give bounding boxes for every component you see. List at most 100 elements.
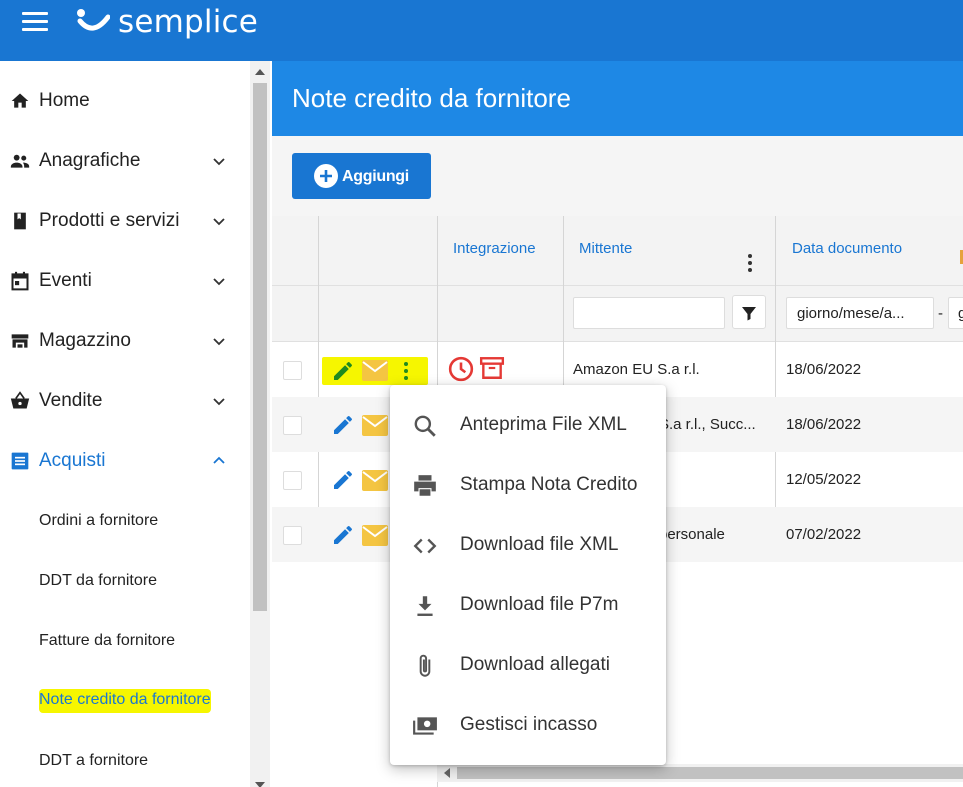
archive-icon [479,357,505,379]
add-button[interactable]: Aggiungi [292,153,431,199]
sidebar-subitem-note-credito[interactable]: Note credito da fornitore [0,671,250,731]
chevron-down-icon [213,278,225,286]
paperclip-icon [419,654,431,677]
menu-item-stampa[interactable]: Stampa Nota Credito [390,455,666,515]
cell-date: 18/06/2022 [786,416,862,433]
mail-icon[interactable] [362,470,388,491]
scrollbar-thumb[interactable] [253,83,267,611]
sidebar-subitem-label: Ordini a fornitore [39,512,159,529]
sidebar-item-home[interactable]: Home [0,71,250,131]
scrollbar-thumb[interactable] [457,767,963,779]
search-icon [414,415,436,437]
column-header-integrazione[interactable]: Integrazione [453,240,536,257]
plus-circle-icon [314,164,338,188]
logo-mark-icon [77,9,110,31]
sidebar-item-label: Prodotti e servizi [39,210,180,231]
column-header-data-documento[interactable]: Data documento [792,240,902,257]
menu-item-download-allegati[interactable]: Download allegati [390,635,666,695]
sidebar-scrollbar[interactable] [250,61,270,787]
menu-item-label: Anteprima File XML [460,414,627,435]
menu-item-label: Gestisci incasso [460,714,598,735]
menu-item-anteprima-xml[interactable]: Anteprima File XML [390,395,666,455]
cash-icon [413,717,437,735]
date-from-filter-input[interactable]: giorno/mese/a... [786,297,934,329]
date-range-separator: - [938,305,943,322]
sidebar-subitem-label: Note credito da fornitore [39,689,211,713]
top-app-bar: semplice [0,0,963,61]
list-icon [11,452,29,470]
warehouse-icon [11,334,29,348]
people-icon [10,154,30,168]
row-checkbox[interactable] [283,416,302,435]
sidebar-subitem-label: DDT da fornitore [39,572,157,589]
date-to-filter-input[interactable]: g [948,297,963,329]
clock-icon [448,356,474,382]
mail-icon[interactable] [362,525,388,546]
menu-item-download-xml[interactable]: Download file XML [390,515,666,575]
sidebar-item-magazzino[interactable]: Magazzino [0,311,250,371]
basket-icon [10,391,30,409]
sidebar-item-prodotti[interactable]: Prodotti e servizi [0,191,250,251]
edit-icon[interactable] [331,359,355,383]
sidebar-item-acquisti[interactable]: Acquisti [0,431,250,491]
page-title: Note credito da fornitore [292,83,571,113]
sender-filter-input[interactable] [573,297,725,329]
sidebar-item-label: Vendite [39,390,103,411]
download-icon [417,596,433,616]
row-context-menu: Anteprima File XML Stampa Nota Credito D… [390,385,666,765]
mail-icon[interactable] [362,360,388,381]
chevron-down-icon [213,338,225,346]
page-header: Note credito da fornitore [272,61,963,136]
sidebar-subitem-ordini[interactable]: Ordini a fornitore [0,491,250,551]
cell-sender: personale [659,526,725,543]
brand-name: semplice [118,4,259,40]
scroll-up-icon[interactable] [255,69,265,75]
sidebar-item-label: Eventi [39,270,92,291]
chevron-up-icon [213,456,225,464]
menu-item-label: Download allegati [460,654,610,675]
sidebar-item-eventi[interactable]: Eventi [0,251,250,311]
sidebar-subitem-fatture[interactable]: Fatture da fornitore [0,611,250,671]
scroll-down-icon[interactable] [255,782,265,787]
logo[interactable]: semplice [76,2,258,42]
column-header-mittente[interactable]: Mittente [579,240,632,257]
cell-sender: Amazon EU S.a r.l. [573,361,700,378]
chevron-down-icon [213,158,225,166]
cell-date: 18/06/2022 [786,361,862,378]
chevron-down-icon [213,398,225,406]
book-icon [14,212,26,230]
scroll-left-icon[interactable] [444,768,450,778]
column-menu-icon[interactable] [748,254,752,275]
sidebar-item-vendite[interactable]: Vendite [0,371,250,431]
menu-item-download-p7m[interactable]: Download file P7m [390,575,666,635]
sidebar-subitem-ddt-da[interactable]: DDT da fornitore [0,551,250,611]
menu-item-label: Download file P7m [460,594,619,615]
cell-date: 12/05/2022 [786,471,862,488]
cell-date: 07/02/2022 [786,526,862,543]
table-horizontal-scrollbar[interactable] [437,764,963,782]
sidebar-item-label: Acquisti [39,450,106,471]
row-checkbox[interactable] [283,471,302,490]
edit-icon[interactable] [331,413,355,437]
menu-item-label: Stampa Nota Credito [460,474,638,495]
sidebar-subitem-label: Fatture da fornitore [39,632,176,649]
sidebar: Home Anagrafiche Prodotti e servizi Even… [0,61,250,787]
table-header-row: Integrazione Mittente Data documento [272,216,963,286]
filter-button[interactable] [732,295,766,329]
home-icon [11,93,29,108]
sidebar-item-label: Magazzino [39,330,131,351]
mail-icon[interactable] [362,415,388,436]
row-checkbox[interactable] [283,526,302,545]
row-checkbox[interactable] [283,361,302,380]
menu-item-gestisci-incasso[interactable]: Gestisci incasso [390,695,666,755]
edit-icon[interactable] [331,468,355,492]
sidebar-subitem-ddt-a[interactable]: DDT a fornitore [0,731,250,787]
row-more-icon[interactable] [404,362,408,383]
sidebar-item-label: Home [39,90,90,111]
sidebar-item-anagrafiche[interactable]: Anagrafiche [0,131,250,191]
printer-icon [414,475,436,496]
edit-icon[interactable] [331,523,355,547]
filter-icon [742,307,756,321]
menu-icon[interactable] [22,12,48,32]
code-icon [413,538,437,554]
